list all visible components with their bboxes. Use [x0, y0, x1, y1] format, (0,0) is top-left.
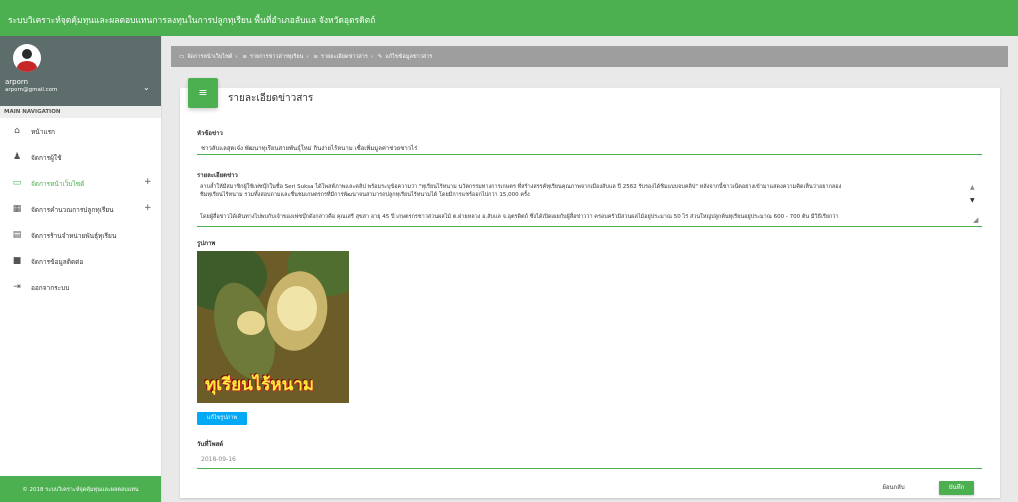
avatar[interactable] [13, 44, 41, 72]
contact-icon: ■ [12, 256, 22, 266]
app-header: ระบบวิเคราะห์จุดคุ้มทุนและผลตอบแทนการลงท… [0, 0, 1018, 36]
sidebar-item-calculation[interactable]: ▦ จัดการคำนวณการปลูกทุเรียน + [0, 196, 161, 222]
durian-flesh-shape [237, 311, 265, 335]
back-button[interactable]: ย้อนกลับ [871, 481, 916, 495]
breadcrumb-item[interactable]: จัดการหน้าเว็บไซต์ [187, 54, 232, 60]
headline-underline [197, 154, 982, 155]
detail-line: ชิมทุเรียนไร้หนาม รวมทั้งสอบถามและชื่นชม… [200, 192, 530, 198]
sidebar-item-contact[interactable]: ■ จัดการข้อมูลติดต่อ [0, 248, 161, 274]
user-email: arporn@gmail.com [5, 87, 58, 93]
image-caption: ทุเรียนไร้หนาม [205, 375, 314, 395]
detail-label: รายละเอียดข่าว [197, 172, 238, 179]
home-icon: ⌂ [14, 126, 20, 136]
breadcrumb-item[interactable]: รายการข่าวสารทุเรียน [250, 54, 303, 60]
sidebar-item-logout[interactable]: ⇥ ออกจากระบบ [0, 274, 161, 300]
sidebar-item-home[interactable]: ⌂ หน้าแรก [0, 118, 161, 144]
nav-header: MAIN NAVIGATION [0, 106, 161, 118]
breadcrumb: ▭ จัดการหน้าเว็บไซต์ › ≡ รายการข่าวสารทุเรี… [171, 46, 1008, 67]
breadcrumb-list-icon: ≡ [242, 54, 247, 60]
headline-label: หัวข้อข่าว [197, 130, 223, 137]
image-label: รูปภาพ [197, 240, 216, 247]
store-icon: ▤ [12, 230, 22, 240]
durian-image: ทุเรียนไร้หนาม [197, 251, 349, 403]
date-input[interactable]: 2018-09-16 [201, 456, 236, 463]
avatar-body-shape [17, 61, 37, 72]
resize-handle-icon[interactable]: ◢ [973, 216, 978, 224]
card-title: รายละเอียดข่าวสาร [228, 93, 314, 104]
date-underline [197, 468, 982, 469]
sidebar-item-label: ออกจากระบบ [31, 284, 70, 292]
breadcrumb-web-icon: ▭ [179, 54, 185, 60]
web-icon: ▭ [12, 178, 22, 188]
detail-line: โดยผู้สื่อข่าวได้เดินทางไปพบกับเจ้าของเฟ… [200, 214, 839, 220]
list-icon: ≡ [188, 78, 218, 108]
sidebar-item-label: จัดการผู้ใช้ [31, 154, 62, 162]
calculator-icon: ▦ [12, 204, 22, 214]
app-title: ระบบวิเคราะห์จุดคุ้มทุนและผลตอบแทนการลงท… [8, 16, 376, 26]
expand-plus-icon[interactable]: + [144, 177, 152, 187]
sidebar-item-label: จัดการคำนวณการปลูกทุเรียน [31, 206, 114, 214]
durian-flesh-shape [277, 286, 317, 331]
headline-input[interactable]: ชาวลับแลสุดเจ๋ง พัฒนาทุเรียนสายพันธุ์ใหม… [201, 143, 981, 153]
sidebar-item-label: จัดการร้านจำหน่ายพันธุ์ทุเรียน [31, 232, 117, 240]
user-name: arporn [5, 78, 29, 86]
avatar-head-shape [22, 49, 32, 59]
sidebar-item-users[interactable]: ♟ จัดการผู้ใช้ [0, 144, 161, 170]
expand-plus-icon[interactable]: + [144, 203, 152, 213]
scroll-up-icon[interactable]: ▲ [970, 184, 975, 191]
breadcrumb-current: แก้ไขข้อมูลข่าวสาร [385, 54, 433, 60]
user-panel: arporn arporn@gmail.com ⌄ [0, 36, 161, 106]
sidebar-item-label: หน้าแรก [31, 128, 55, 136]
sidebar-item-label: จัดการหน้าเว็บไซต์ [31, 180, 85, 188]
sidebar-item-website[interactable]: ▭ จัดการหน้าเว็บไซต์ + [0, 170, 161, 196]
sidebar-item-stores[interactable]: ▤ จัดการร้านจำหน่ายพันธุ์ทุเรียน [0, 222, 161, 248]
sidebar: arporn arporn@gmail.com ⌄ MAIN NAVIGATIO… [0, 36, 162, 502]
sidebar-footer: © 2018 ระบบวิเคราะห์จุดคุ้มทุนและผลตอบแท… [0, 476, 161, 502]
breadcrumb-item[interactable]: รายละเอียดข่าวสาร [321, 54, 368, 60]
save-button[interactable]: บันทึก [939, 481, 974, 495]
logout-icon: ⇥ [13, 282, 21, 292]
person-icon: ♟ [12, 152, 22, 162]
scroll-down-icon[interactable]: ▼ [970, 197, 975, 204]
chevron-down-icon[interactable]: ⌄ [143, 83, 150, 92]
detail-line: ลาบล้ำให้มีสมาชิกผู้ใช้เฟซบุ๊กในชื่อ Ser… [200, 184, 842, 190]
sidebar-item-label: จัดการข้อมูลติดต่อ [31, 258, 84, 266]
breadcrumb-list-icon: ≡ [313, 54, 318, 60]
pencil-icon: ✎ [377, 54, 383, 60]
detail-textarea[interactable]: ลาบล้ำให้มีสมาชิกผู้ใช้เฟซบุ๊กในชื่อ Ser… [197, 180, 982, 227]
edit-image-button[interactable]: แก้ไขรูปภาพ [197, 412, 247, 425]
date-label: วันที่โพสต์ [197, 441, 224, 448]
